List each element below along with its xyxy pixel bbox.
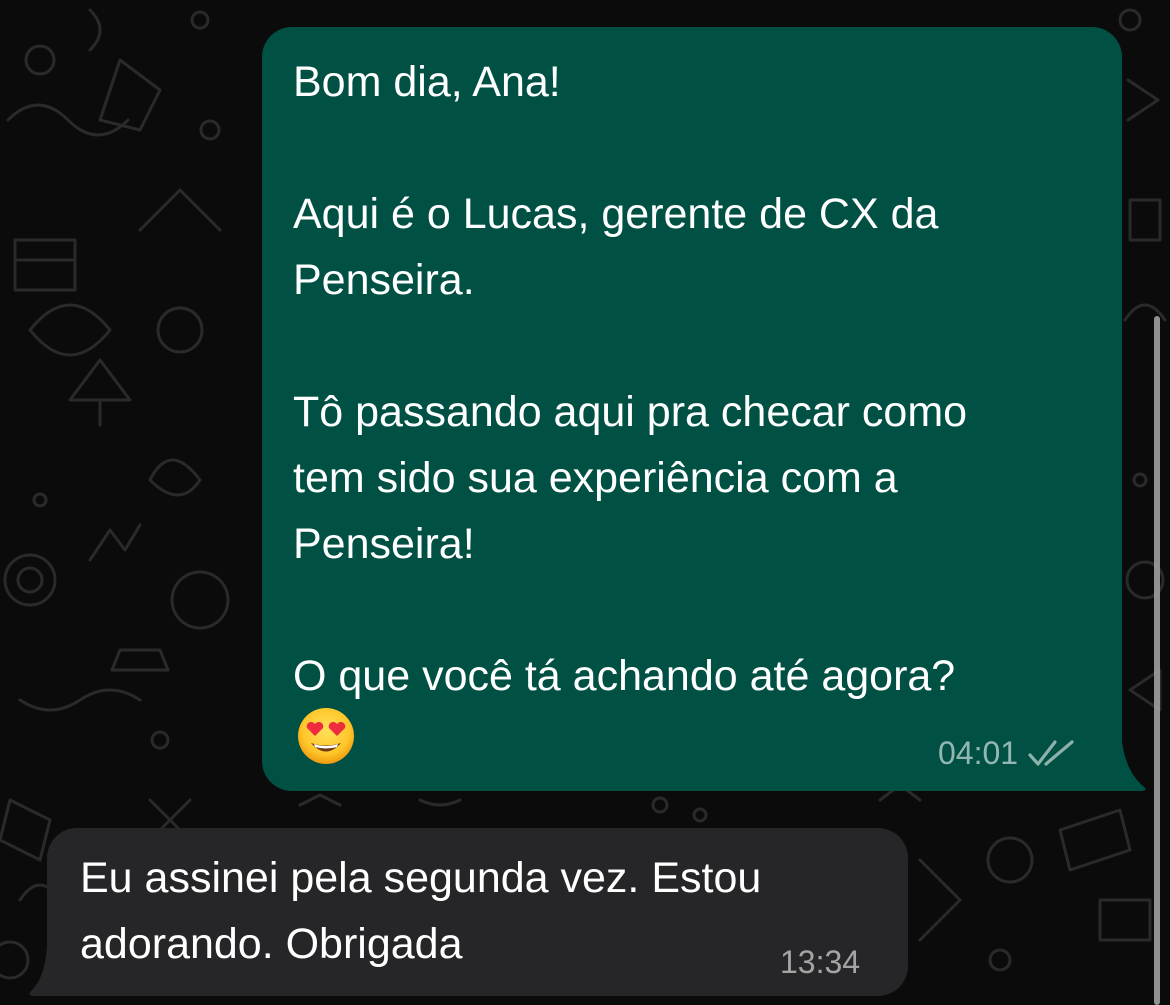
message-line-blank [293, 577, 1102, 643]
incoming-message-meta: 13:34 [780, 942, 860, 982]
message-line: Penseira. [293, 256, 475, 304]
message-line: Aqui é o Lucas, gerente de CX da [293, 190, 939, 238]
outgoing-message-bubble[interactable]: Bom dia, Ana! Aqui é o Lucas, gerente de… [262, 27, 1122, 791]
message-line-blank [293, 313, 1102, 379]
message-line: Tô passando aqui pra checar como [293, 388, 968, 436]
double-check-icon [1028, 740, 1074, 766]
heart-eyes-emoji-icon [298, 708, 354, 764]
outgoing-bubble-tail [1100, 742, 1146, 791]
message-line: O que você tá achando até agora? [293, 652, 956, 700]
message-line: tem sido sua experiência com a [293, 454, 898, 502]
message-line: adorando. Obrigada [80, 920, 463, 968]
message-line-blank [293, 115, 1102, 181]
incoming-bubble-tail [29, 946, 55, 996]
scrollbar[interactable] [1154, 316, 1160, 1005]
incoming-message-bubble[interactable]: Eu assinei pela segunda vez. Estou adora… [47, 828, 908, 996]
outgoing-message-meta: 04:01 [938, 733, 1078, 773]
message-line: Eu assinei pela segunda vez. Estou [80, 854, 762, 902]
message-timestamp: 04:01 [938, 734, 1019, 771]
message-line: Penseira! [293, 520, 475, 568]
message-timestamp: 13:34 [780, 943, 861, 980]
message-line: Bom dia, Ana! [293, 58, 561, 106]
